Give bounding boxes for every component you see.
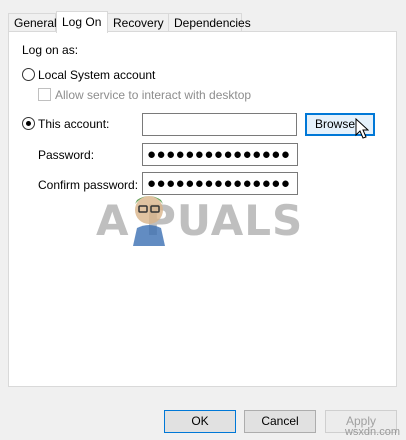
mouse-pointer-icon bbox=[355, 118, 369, 139]
allow-interact-checkbox[interactable] bbox=[38, 88, 51, 101]
password-label: Password: bbox=[38, 148, 95, 162]
confirm-password-label: Confirm password: bbox=[38, 178, 139, 192]
this-account-radio[interactable] bbox=[22, 117, 35, 130]
tab-general[interactable]: General bbox=[8, 13, 57, 31]
local-system-label[interactable]: Local System account bbox=[38, 68, 155, 82]
this-account-label[interactable]: This account: bbox=[38, 117, 109, 131]
site-watermark: wsxdn.com bbox=[344, 426, 400, 438]
mascot-logo-icon bbox=[133, 196, 165, 246]
password-field[interactable]: ●●●●●●●●●●●●●●● bbox=[142, 143, 298, 166]
tab-recovery[interactable]: Recovery bbox=[107, 13, 169, 31]
this-account-field[interactable] bbox=[142, 113, 297, 136]
radio-selected-dot bbox=[26, 121, 31, 126]
local-system-radio[interactable] bbox=[22, 68, 35, 81]
log-on-as-label: Log on as: bbox=[22, 43, 79, 57]
ok-button[interactable]: OK bbox=[164, 410, 236, 433]
allow-interact-label: Allow service to interact with desktop bbox=[55, 88, 252, 102]
cancel-button[interactable]: Cancel bbox=[244, 410, 316, 433]
tab-log-on[interactable]: Log On bbox=[56, 11, 108, 33]
tab-dependencies[interactable]: Dependencies bbox=[168, 13, 251, 31]
